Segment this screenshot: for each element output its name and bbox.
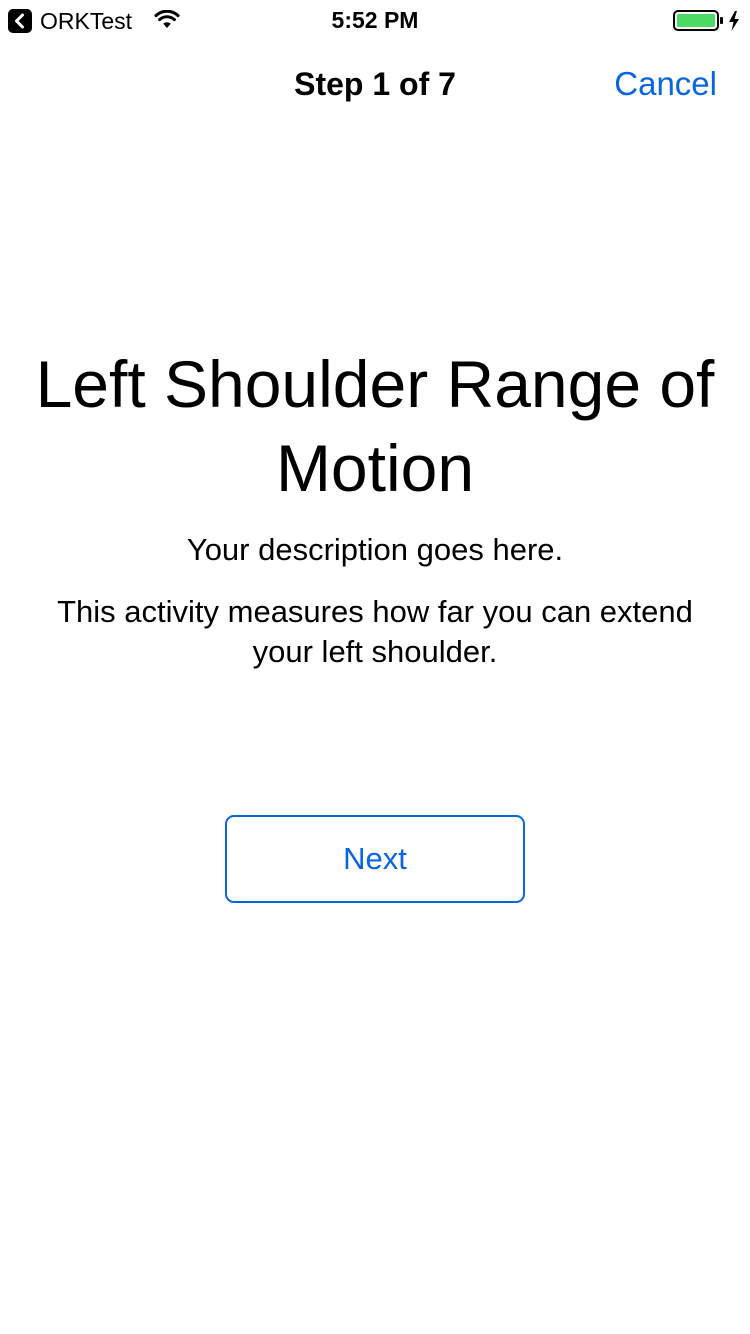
detail-text: This activity measures how far you can e…: [57, 594, 693, 669]
cancel-button[interactable]: Cancel: [614, 62, 717, 106]
description-text: Your description goes here.: [186, 532, 564, 567]
battery-icon: [673, 9, 745, 33]
screen: ORKTest 5:52 PM Step 1 of 7 Cancel Left …: [0, 0, 750, 1334]
status-time: 5:52 PM: [331, 7, 419, 33]
next-button[interactable]: Next: [225, 815, 525, 903]
status-bar: ORKTest 5:52 PM: [0, 0, 750, 40]
charging-bolt-icon: [729, 11, 739, 31]
battery-level: [677, 14, 715, 27]
page-title: Left Shoulder Range of Motion: [35, 347, 715, 505]
